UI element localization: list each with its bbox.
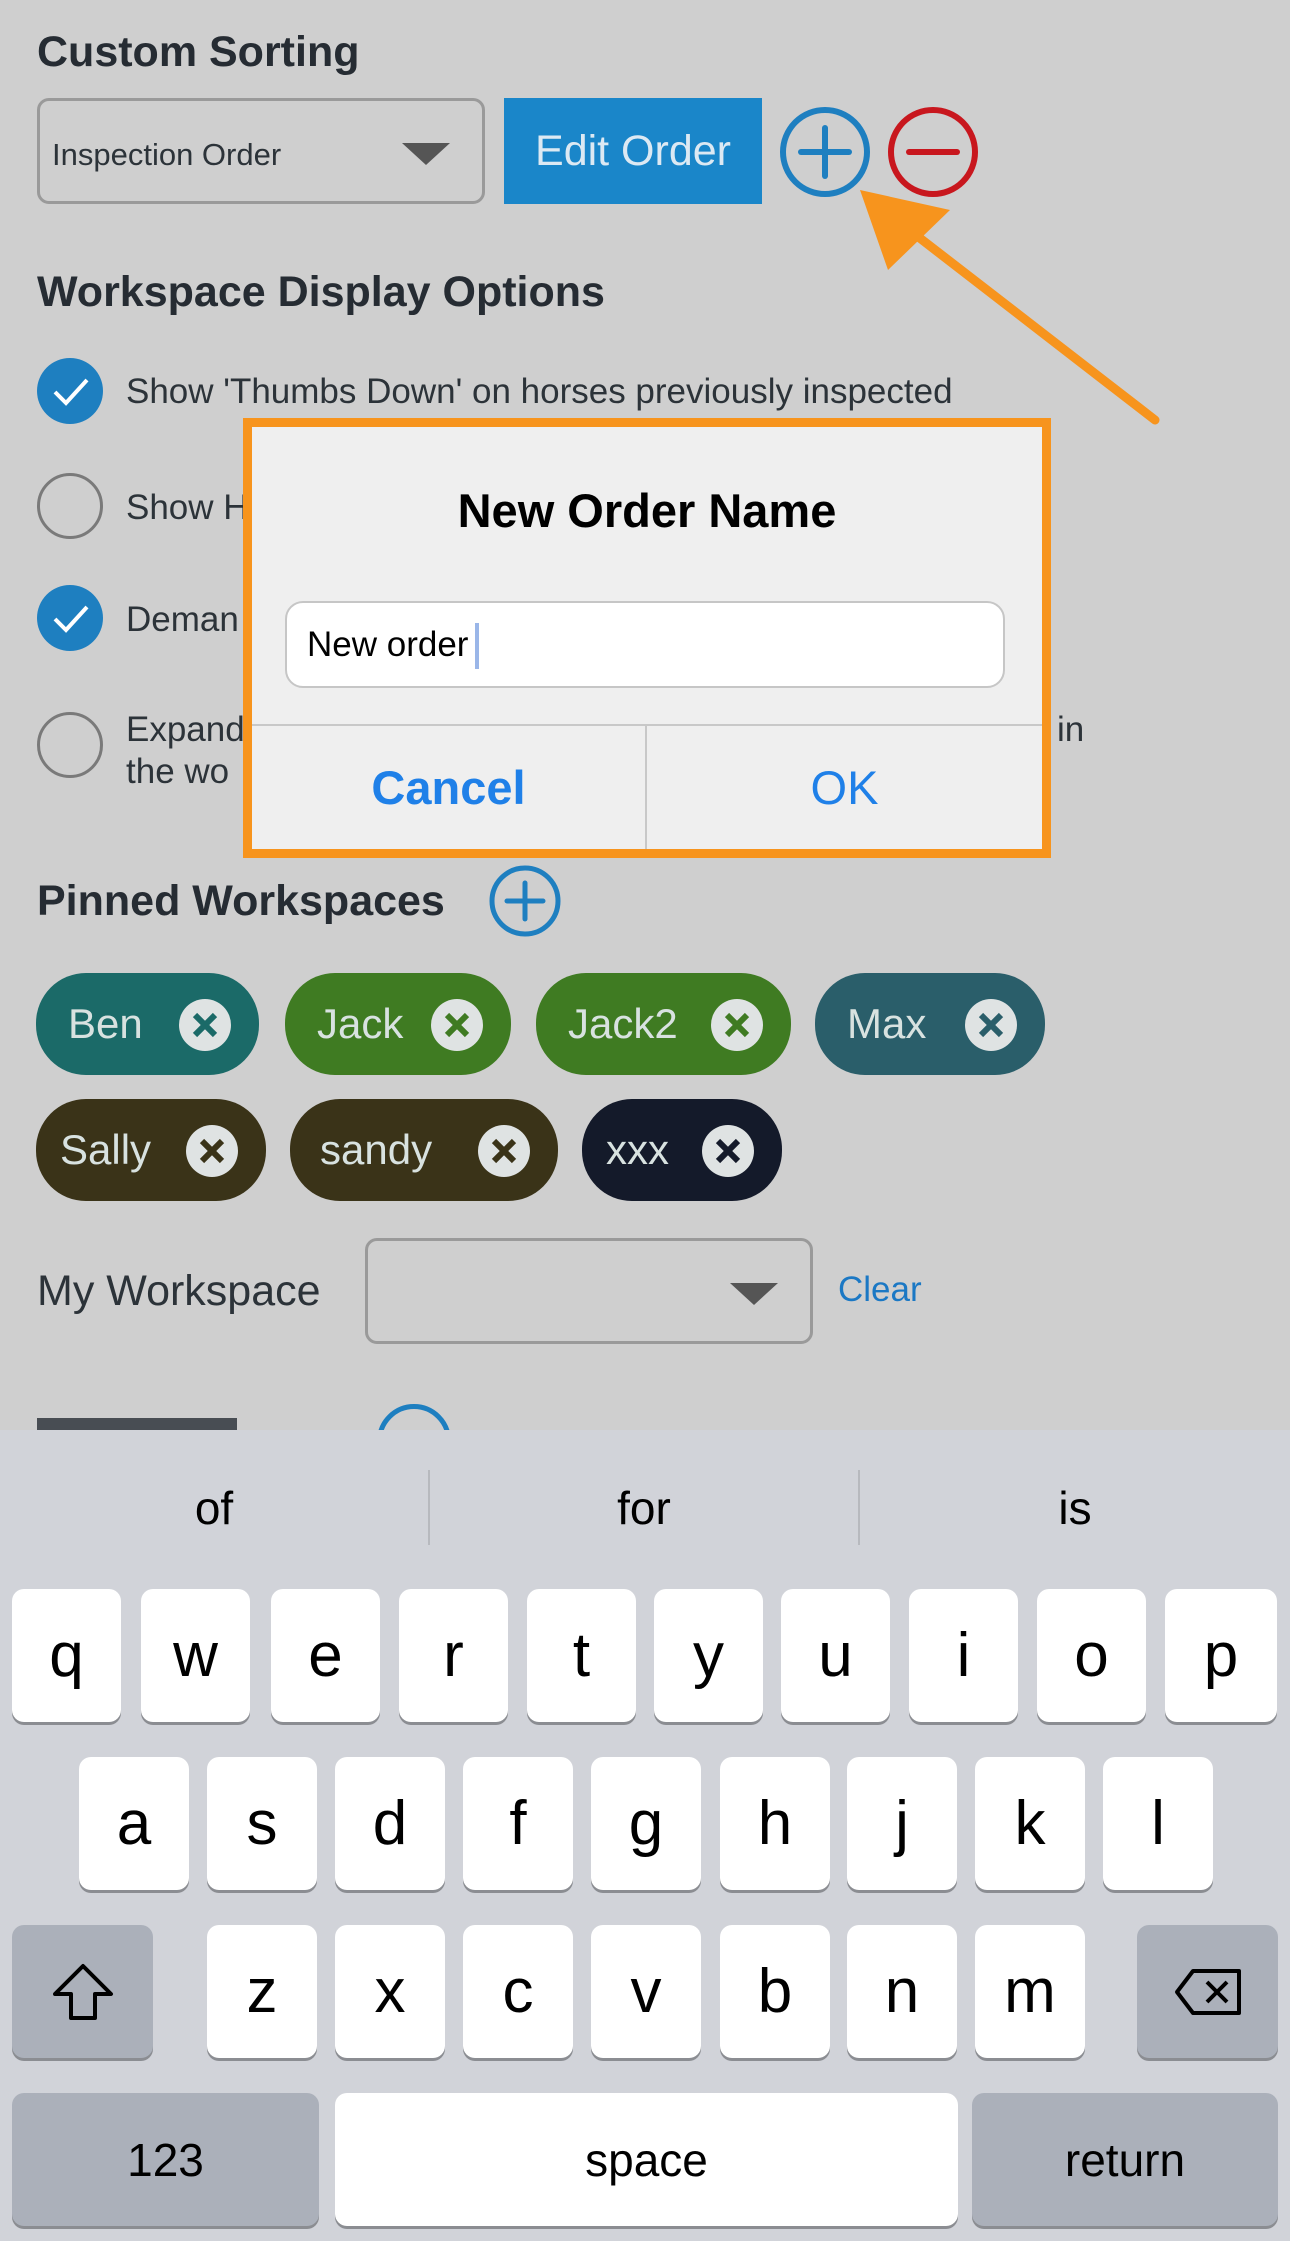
pinned-workspaces-title: Pinned Workspaces xyxy=(37,877,445,925)
close-icon[interactable] xyxy=(186,1125,238,1177)
chevron-down-icon xyxy=(402,143,450,165)
close-icon[interactable] xyxy=(431,999,483,1051)
new-order-dialog: New Order Name New order Cancel OK xyxy=(252,427,1042,849)
custom-sorting-title: Custom Sorting xyxy=(37,28,360,76)
key-y[interactable]: y xyxy=(654,1589,763,1722)
shift-key[interactable] xyxy=(12,1925,153,2058)
backspace-icon xyxy=(1174,1968,1241,2015)
option-3-label: Deman xyxy=(126,600,239,639)
return-key[interactable]: return xyxy=(972,2093,1278,2226)
chip-label: xxx xyxy=(606,1126,669,1173)
key-e[interactable]: e xyxy=(271,1589,380,1722)
key-i[interactable]: i xyxy=(909,1589,1018,1722)
ok-label: OK xyxy=(810,761,879,814)
key-l[interactable]: l xyxy=(1103,1757,1213,1890)
option-3-checkbox[interactable] xyxy=(37,585,103,651)
edit-order-label: Edit Order xyxy=(535,126,731,175)
close-icon[interactable] xyxy=(711,999,763,1051)
key-g[interactable]: g xyxy=(591,1757,701,1890)
plus-circle-icon xyxy=(489,865,561,937)
chip-label: Sally xyxy=(60,1126,152,1173)
close-icon[interactable] xyxy=(179,999,231,1051)
key-k[interactable]: k xyxy=(975,1757,1085,1890)
key-p[interactable]: p xyxy=(1165,1589,1277,1722)
option-4-checkbox[interactable] xyxy=(37,712,103,778)
suggestion-2[interactable]: for xyxy=(430,1460,858,1555)
close-icon[interactable] xyxy=(702,1125,754,1177)
close-icon[interactable] xyxy=(965,999,1017,1051)
text-cursor xyxy=(475,623,479,669)
key-c[interactable]: c xyxy=(463,1925,573,2058)
key-z[interactable]: z xyxy=(207,1925,317,2058)
onscreen-keyboard: of for is q w e r t y u i o p a s d f g … xyxy=(0,1430,1290,2241)
key-j[interactable]: j xyxy=(847,1757,957,1890)
cancel-label: Cancel xyxy=(371,761,526,814)
order-name-input[interactable]: New order xyxy=(285,601,1005,688)
order-name-value: New order xyxy=(307,625,469,664)
suggestion-3[interactable]: is xyxy=(860,1460,1290,1555)
shift-icon xyxy=(52,1963,113,2020)
key-u[interactable]: u xyxy=(781,1589,890,1722)
my-workspace-select[interactable] xyxy=(365,1238,813,1344)
backspace-key[interactable] xyxy=(1137,1925,1278,2058)
key-f[interactable]: f xyxy=(463,1757,573,1890)
my-workspace-label: My Workspace xyxy=(37,1267,321,1315)
cancel-button[interactable]: Cancel xyxy=(252,726,645,849)
chip-label: Ben xyxy=(68,1000,143,1047)
option-2-checkbox[interactable] xyxy=(37,473,103,539)
option-2-label: Show H xyxy=(126,488,249,527)
chip-label: Jack2 xyxy=(568,1000,678,1047)
next-section-peek xyxy=(37,1400,457,1430)
clear-link[interactable]: Clear xyxy=(838,1270,922,1310)
key-t[interactable]: t xyxy=(527,1589,636,1722)
chevron-down-icon xyxy=(730,1283,778,1305)
ok-button[interactable]: OK xyxy=(647,726,1042,849)
key-a[interactable]: a xyxy=(79,1757,189,1890)
pinned-chip[interactable]: Sally xyxy=(36,1099,266,1201)
key-o[interactable]: o xyxy=(1037,1589,1146,1722)
pinned-chip[interactable]: sandy xyxy=(290,1099,558,1201)
pinned-chip[interactable]: Jack xyxy=(285,973,511,1075)
edit-order-button[interactable]: Edit Order xyxy=(504,98,762,204)
key-b[interactable]: b xyxy=(720,1925,830,2058)
key-d[interactable]: d xyxy=(335,1757,445,1890)
checkmark-icon xyxy=(53,378,89,406)
key-x[interactable]: x xyxy=(335,1925,445,2058)
dialog-title: New Order Name xyxy=(457,484,837,537)
key-v[interactable]: v xyxy=(591,1925,701,2058)
checkmark-icon xyxy=(53,605,89,633)
space-key[interactable]: space xyxy=(335,2093,958,2226)
key-n[interactable]: n xyxy=(847,1925,957,2058)
pinned-chip[interactable]: Jack2 xyxy=(536,973,791,1075)
key-q[interactable]: q xyxy=(12,1589,121,1722)
key-m[interactable]: m xyxy=(975,1925,1085,2058)
close-icon[interactable] xyxy=(478,1125,530,1177)
option-4-label-tail: in xyxy=(1057,710,1085,749)
chip-label: Jack xyxy=(317,1000,404,1047)
sort-order-value: Inspection Order xyxy=(52,137,282,172)
option-4-label-line2: the wo xyxy=(126,752,230,791)
sort-order-select[interactable]: Inspection Order xyxy=(37,98,485,204)
add-pinned-button[interactable] xyxy=(488,864,562,938)
pinned-chip[interactable]: Max xyxy=(815,973,1045,1075)
option-1-label: Show 'Thumbs Down' on horses previously … xyxy=(126,372,953,411)
numbers-key[interactable]: 123 xyxy=(12,2093,319,2226)
key-r[interactable]: r xyxy=(399,1589,508,1722)
display-options-title: Workspace Display Options xyxy=(37,268,605,316)
chip-label: sandy xyxy=(320,1126,433,1173)
option-1-checkbox[interactable] xyxy=(37,358,103,424)
suggestion-1[interactable]: of xyxy=(0,1460,428,1555)
option-4-label-line1: Expand xyxy=(126,710,245,749)
key-h[interactable]: h xyxy=(720,1757,830,1890)
key-s[interactable]: s xyxy=(207,1757,317,1890)
pinned-chip[interactable]: xxx xyxy=(582,1099,782,1201)
key-w[interactable]: w xyxy=(141,1589,250,1722)
chip-label: Max xyxy=(847,1000,927,1047)
pinned-chip[interactable]: Ben xyxy=(36,973,259,1075)
